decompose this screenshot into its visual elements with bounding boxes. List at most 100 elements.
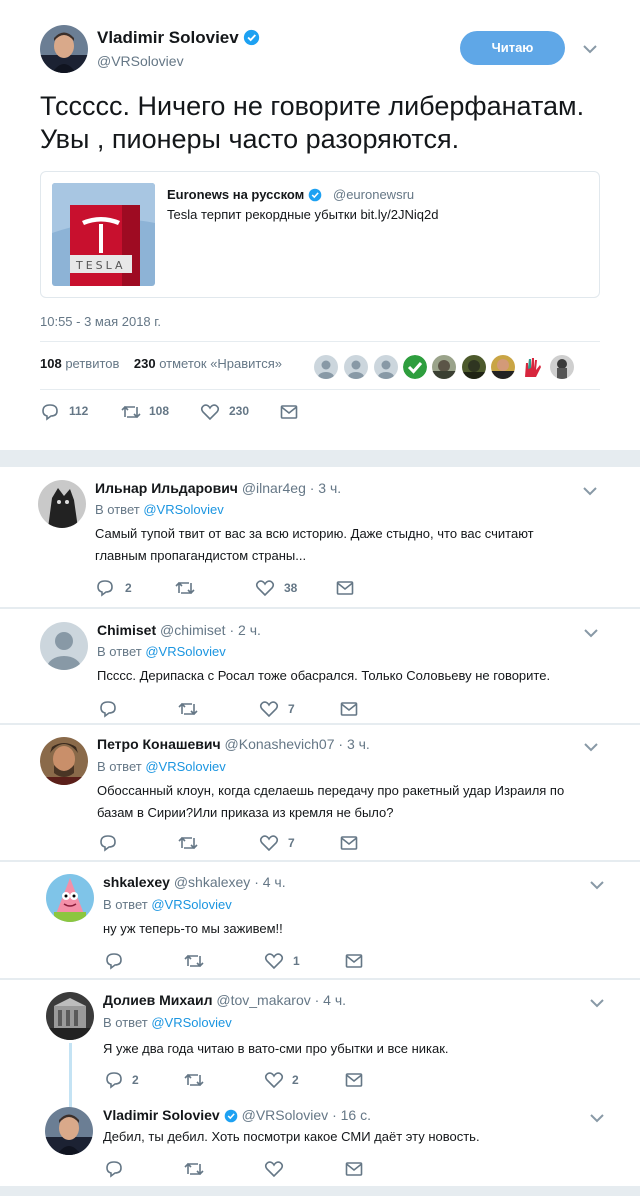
envelope-icon[interactable] [345,1072,363,1093]
chevron-down-icon[interactable] [582,484,598,502]
thread-connector [69,1043,72,1107]
reply-author-name[interactable]: Ильнар Ильдарович [95,480,238,496]
like-action[interactable]: 230 [200,402,249,425]
reply-author-name[interactable]: Петро Конашевич [97,736,221,752]
like-count: 7 [288,836,295,850]
reply-author-handle[interactable]: @shkalexey · 4 ч. [174,874,286,890]
author-handle[interactable]: @VRSoloviev [97,53,184,69]
reply-author-handle[interactable]: @chimiset · 2 ч. [160,622,261,638]
avatar[interactable] [491,355,515,379]
svg-text:TESLA: TESLA [75,259,126,272]
reply-tweet[interactable]: Chimiset @chimiset · 2 ч. В ответ @VRSol… [0,609,640,723]
reply-thread: Долиев Михаил @tov_makarov · 4 ч. В отве… [0,980,640,1186]
reply-author-handle[interactable]: @Konashevich07 · 3 ч. [225,736,370,752]
retweet-icon[interactable] [174,578,196,603]
avatar[interactable] [432,355,456,379]
retweet-icon[interactable] [183,1159,205,1184]
heart-icon [200,404,220,425]
reply-icon[interactable] [95,578,115,603]
heart-icon[interactable] [259,833,279,858]
divider [40,389,600,390]
reply-author-handle[interactable]: @ilnar4eg · 3 ч. [242,480,341,496]
reply-icon[interactable] [104,951,124,976]
reply-author-name[interactable]: shkalexey [103,874,170,890]
likes-label[interactable]: отметок «Нравится» [159,356,282,371]
reply-tweet[interactable]: shkalexey @shkalexey · 4 ч. В ответ @VRS… [0,862,640,978]
likes-count[interactable]: 230 [134,356,156,371]
avatar[interactable] [374,355,398,379]
avatar[interactable] [46,874,94,922]
chevron-down-icon[interactable] [583,626,599,644]
retweet-icon[interactable] [177,699,199,724]
reply-text: Самый тупой твит от вас за всю историю. … [95,523,595,567]
envelope-icon[interactable] [280,404,298,423]
retweet-action[interactable]: 108 [120,402,169,425]
avatar[interactable] [40,737,88,785]
retweet-count: 108 [149,404,170,418]
author-name[interactable]: Vladimir Soloviev [97,28,239,47]
avatar[interactable] [314,355,338,379]
like-count: 7 [288,702,295,716]
reply-to-link[interactable]: @VRSoloviev [145,644,225,659]
reply-author-handle[interactable]: @tov_makarov · 4 ч. [216,992,346,1008]
avatar[interactable] [46,992,94,1040]
reply-action[interactable]: 112 [40,402,88,425]
reply-icon[interactable] [98,699,118,724]
retweets-count[interactable]: 108 [40,356,62,371]
reply-to-link[interactable]: @VRSoloviev [145,759,225,774]
envelope-icon[interactable] [345,1161,363,1182]
reply-icon[interactable] [98,833,118,858]
avatar[interactable] [520,355,544,379]
avatar[interactable] [40,622,88,670]
heart-icon[interactable] [259,699,279,724]
reply-to-link[interactable]: @VRSoloviev [151,897,231,912]
reply-author-name[interactable]: Долиев Михаил [103,992,212,1008]
envelope-icon[interactable] [345,953,363,974]
chevron-down-icon[interactable] [589,878,605,896]
avatar[interactable] [550,355,574,379]
heart-icon[interactable] [255,578,275,603]
retweet-icon[interactable] [183,1070,205,1095]
reply-author-handle[interactable]: @VRSoloviev · 16 с. [242,1107,371,1123]
reply-text: ну уж теперь-то мы заживем!! [103,918,603,940]
reply-author-name[interactable]: Vladimir Soloviev [103,1107,220,1123]
envelope-icon[interactable] [340,835,358,856]
reply-to-link[interactable]: @VRSoloviev [151,1015,231,1030]
envelope-icon[interactable] [336,580,354,601]
follow-button[interactable]: Читаю [460,31,565,65]
heart-icon[interactable] [264,1070,284,1095]
retweets-label[interactable]: ретвитов [65,356,119,371]
chevron-down-icon[interactable] [589,996,605,1014]
reply-tweet[interactable]: Петро Конашевич @Konashevich07 · 3 ч. В … [0,725,640,860]
avatar[interactable] [462,355,486,379]
retweet-icon[interactable] [177,833,199,858]
reply-text-line: Обоссанный клоун, когда сделаешь передач… [97,783,565,798]
quote-author-name[interactable]: Euronews на русском [167,187,304,202]
reply-icon[interactable] [104,1159,124,1184]
avatar[interactable] [403,355,427,379]
retweet-icon[interactable] [183,951,205,976]
reply-to-label: В ответ [97,644,142,659]
avatar[interactable] [45,1107,93,1155]
reply-to-label: В ответ [103,897,148,912]
quoted-tweet[interactable]: TESLA Euronews на русском @euronewsru Te… [40,171,600,298]
tweet-text-line: Тсссcс. Ничего не говорите либерфанатам. [40,91,585,121]
quote-author-handle[interactable]: @euronewsru [333,187,414,202]
reply-to-link[interactable]: @VRSoloviev [143,502,223,517]
reply-icon[interactable] [104,1070,124,1095]
reply-tweet[interactable]: Ильнар Ильдарович @ilnar4eg · 3 ч. В отв… [0,467,640,607]
tweet-timestamp[interactable]: 10:55 - 3 мая 2018 г. [40,314,161,329]
reply-text-line: Дебил, ты дебил. Хоть посмотри какое СМИ… [103,1129,480,1144]
chevron-down-icon[interactable] [583,740,599,758]
chevron-down-icon[interactable] [582,42,598,60]
tweet-text: Тсссcс. Ничего не говорите либерфанатам.… [40,90,620,156]
avatar[interactable] [38,480,86,528]
avatar[interactable] [344,355,368,379]
reply-author-name[interactable]: Chimiset [97,622,156,638]
heart-icon[interactable] [264,1159,284,1184]
reply-count: 2 [132,1073,139,1087]
envelope-icon[interactable] [340,701,358,722]
heart-icon[interactable] [264,951,284,976]
author-avatar[interactable] [40,25,88,73]
quote-image: TESLA [52,183,155,286]
